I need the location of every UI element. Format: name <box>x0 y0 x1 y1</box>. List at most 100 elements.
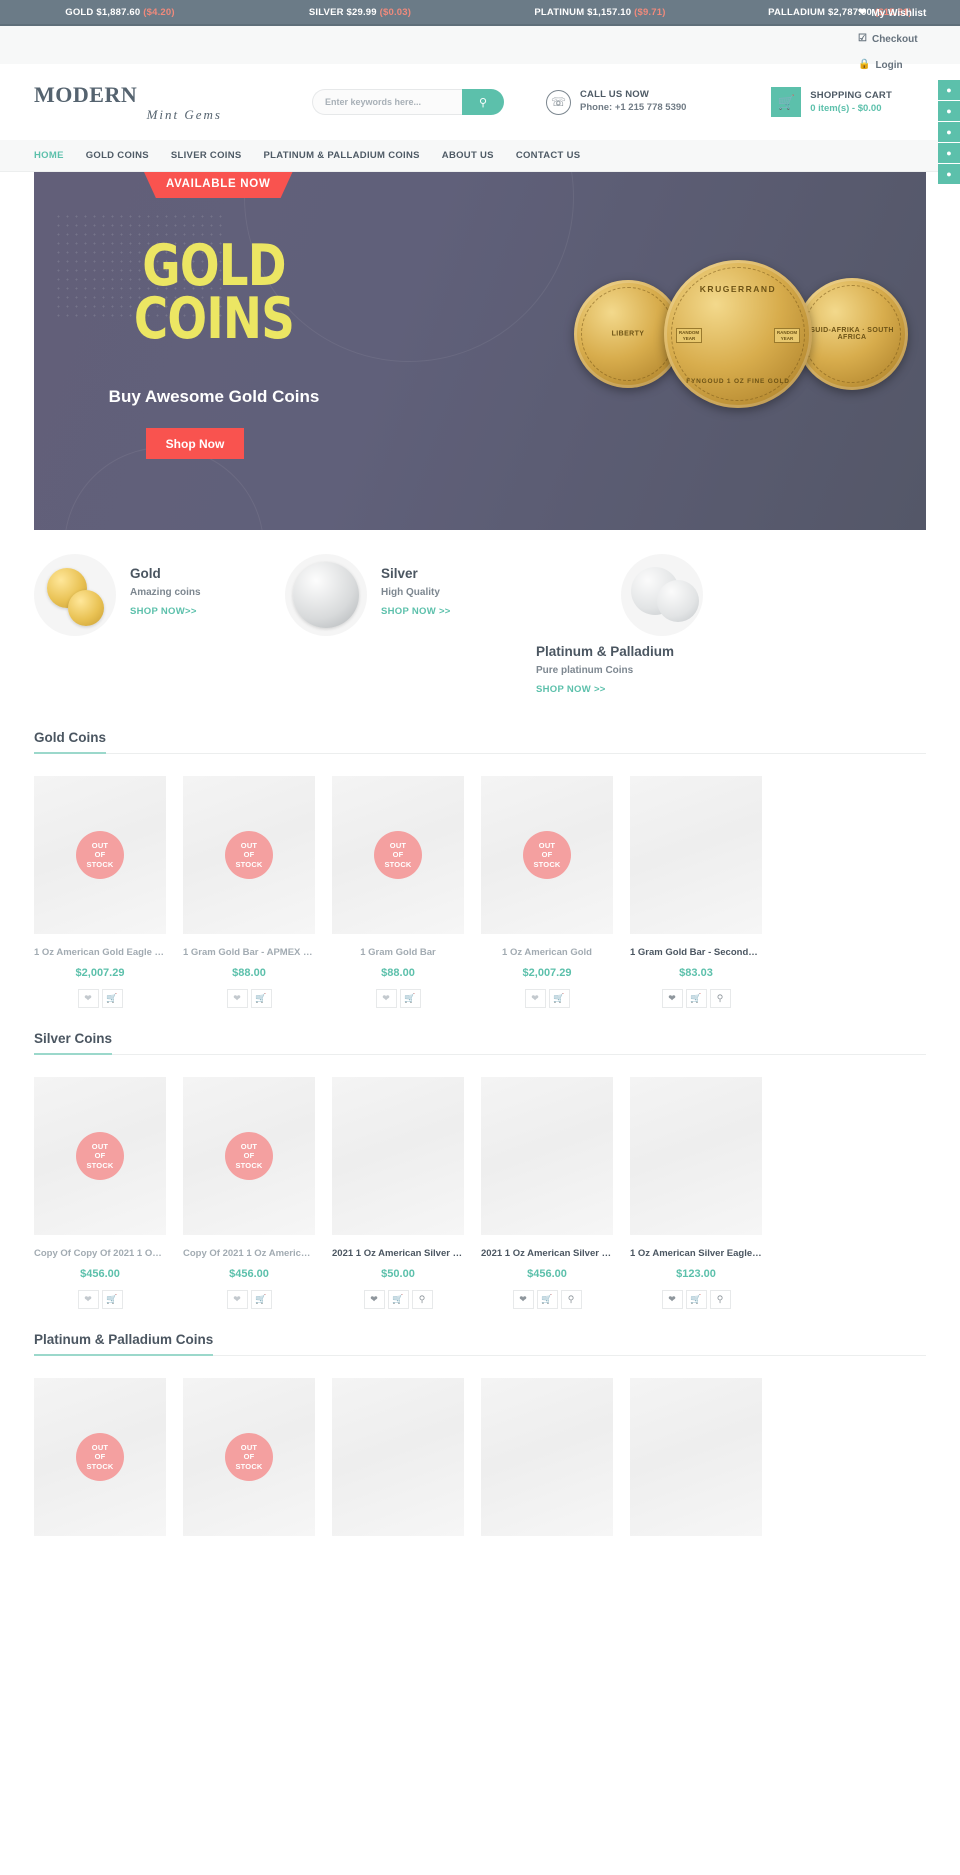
shop-now-button[interactable]: Shop Now <box>146 428 244 459</box>
add-to-wishlist-button[interactable]: ❤ <box>77 1290 99 1309</box>
google-icon[interactable]: ● <box>938 122 960 143</box>
add-to-cart-button[interactable]: 🛒 <box>250 1290 272 1309</box>
product-title[interactable]: 1 Gram Gold Bar - APMEX (T... <box>183 947 315 958</box>
product-title[interactable]: Copy Of 2021 1 Oz American... <box>183 1248 315 1259</box>
nav-item-sliver-coins[interactable]: SLIVER COINS <box>171 150 242 161</box>
product-actions: ❤ 🛒 <box>183 989 315 1008</box>
shopping-cart-button[interactable]: 🛒 SHOPPING CART 0 item(s) - $0.00 <box>771 87 892 117</box>
product-title[interactable]: 1 Oz American Gold <box>481 947 613 958</box>
search-box[interactable]: ⚲ <box>312 89 504 115</box>
product-card[interactable]: 1 Oz American Silver Eagle ... $123.00 ❤ 🛒 ⚲ <box>630 1077 762 1309</box>
add-to-cart-button[interactable]: 🛒 <box>685 989 707 1008</box>
quick-view-button[interactable]: ⚲ <box>709 1290 731 1309</box>
product-image[interactable]: OUT OF STOCK <box>183 1378 315 1536</box>
add-to-wishlist-button[interactable]: ❤ <box>77 989 99 1008</box>
search-button[interactable]: ⚲ <box>462 89 504 115</box>
add-to-cart-button[interactable]: 🛒 <box>101 989 123 1008</box>
basket-icon: 🛒 <box>392 1294 404 1304</box>
category-card-gold[interactable]: Gold Amazing coins SHOP NOW>> <box>34 554 285 697</box>
product-card[interactable]: OUT OF STOCK 1 Oz American Gold $2,007.29 ❤ 🛒 <box>481 776 613 1008</box>
product-title[interactable]: 2021 1 Oz American Silver E... <box>481 1248 613 1259</box>
category-shop-now-link[interactable]: SHOP NOW>> <box>130 606 197 617</box>
product-card[interactable] <box>332 1378 464 1536</box>
product-image[interactable]: OUT OF STOCK <box>34 1077 166 1235</box>
quick-view-button[interactable]: ⚲ <box>411 1290 433 1309</box>
product-card[interactable]: OUT OF STOCK <box>183 1378 315 1536</box>
product-price: $2,007.29 <box>522 967 572 979</box>
add-to-cart-button[interactable]: 🛒 <box>101 1290 123 1309</box>
add-to-cart-button[interactable]: 🛒 <box>685 1290 707 1309</box>
product-title[interactable]: 1 Gram Gold Bar - Secondar... <box>630 947 762 958</box>
nav-item-gold-coins[interactable]: GOLD COINS <box>86 150 149 161</box>
add-to-cart-button[interactable]: 🛒 <box>548 989 570 1008</box>
product-card[interactable]: 1 Gram Gold Bar - Secondar... $83.03 ❤ 🛒 ⚲ <box>630 776 762 1008</box>
product-card[interactable]: 2021 1 Oz American Silver E... $456.00 ❤ 🛒 ⚲ <box>481 1077 613 1309</box>
product-image[interactable] <box>481 1378 613 1536</box>
product-image[interactable] <box>332 1378 464 1536</box>
facebook-icon[interactable]: ● <box>938 80 960 101</box>
quick-view-button[interactable]: ⚲ <box>709 989 731 1008</box>
site-logo[interactable]: MODERN Mint Gems <box>34 83 234 121</box>
twitter-icon[interactable]: ● <box>938 101 960 122</box>
product-title[interactable]: 1 Oz American Silver Eagle ... <box>630 1248 762 1259</box>
category-shop-now-link[interactable]: SHOP NOW >> <box>381 606 451 617</box>
product-card[interactable] <box>481 1378 613 1536</box>
product-image[interactable]: OUT OF STOCK <box>34 776 166 934</box>
search-icon: ⚲ <box>567 1294 575 1304</box>
product-image[interactable]: OUT OF STOCK <box>481 776 613 934</box>
product-title[interactable]: Copy Of Copy Of 2021 1 Oz A... <box>34 1248 166 1259</box>
social-rail[interactable]: ● ● ● ● ● <box>938 80 960 185</box>
quick-view-button[interactable]: ⚲ <box>560 1290 582 1309</box>
utility-link-login[interactable]: 🔒 Login <box>858 52 960 78</box>
add-to-wishlist-button[interactable]: ❤ <box>226 989 248 1008</box>
category-card-platinum-palladium[interactable]: Platinum & Palladium Pure platinum Coins S… <box>536 554 787 697</box>
product-title[interactable]: 2021 1 Oz American Silver E... <box>332 1248 464 1259</box>
pinterest-icon[interactable]: ● <box>938 143 960 164</box>
utility-link-checkout[interactable]: ☑ Checkout <box>858 26 960 52</box>
utility-links: ❤ My Wishlist ☑ Checkout 🔒 Login <box>858 0 960 78</box>
product-card[interactable]: OUT OF STOCK 1 Gram Gold Bar - APMEX (T... $… <box>183 776 315 1008</box>
product-image[interactable] <box>630 1378 762 1536</box>
product-card[interactable]: 2021 1 Oz American Silver E... $50.00 ❤ 🛒 ⚲ <box>332 1077 464 1309</box>
nav-item-contact-us[interactable]: CONTACT US <box>516 150 581 161</box>
add-to-wishlist-button[interactable]: ❤ <box>661 989 683 1008</box>
product-image[interactable] <box>332 1077 464 1235</box>
product-card[interactable]: OUT OF STOCK Copy Of 2021 1 Oz American... $… <box>183 1077 315 1309</box>
product-image[interactable] <box>481 1077 613 1235</box>
basket-icon: 🛒 <box>541 1294 553 1304</box>
add-to-wishlist-button[interactable]: ❤ <box>661 1290 683 1309</box>
product-image[interactable]: OUT OF STOCK <box>183 776 315 934</box>
search-input[interactable] <box>312 89 462 115</box>
product-card[interactable]: OUT OF STOCK 1 Oz American Gold Eagle B... $… <box>34 776 166 1008</box>
add-to-cart-button[interactable]: 🛒 <box>536 1290 558 1309</box>
product-image[interactable]: OUT OF STOCK <box>183 1077 315 1235</box>
product-image[interactable] <box>630 1077 762 1235</box>
add-to-wishlist-button[interactable]: ❤ <box>524 989 546 1008</box>
add-to-wishlist-button[interactable]: ❤ <box>512 1290 534 1309</box>
hero-ring-decoration <box>64 447 264 530</box>
nav-item-about-us[interactable]: ABOUT US <box>442 150 494 161</box>
coin-center-top-label: KRUGERRAND <box>699 283 777 294</box>
product-card[interactable]: OUT OF STOCK Copy Of Copy Of 2021 1 Oz A...… <box>34 1077 166 1309</box>
add-to-cart-button[interactable]: 🛒 <box>250 989 272 1008</box>
product-card[interactable]: OUT OF STOCK <box>34 1378 166 1536</box>
add-to-wishlist-button[interactable]: ❤ <box>375 989 397 1008</box>
add-to-wishlist-button[interactable]: ❤ <box>226 1290 248 1309</box>
add-to-cart-button[interactable]: 🛒 <box>387 1290 409 1309</box>
product-card[interactable] <box>630 1378 762 1536</box>
instagram-icon[interactable]: ● <box>938 164 960 185</box>
add-to-wishlist-button[interactable]: ❤ <box>363 1290 385 1309</box>
nav-item-platinum-palladium-coins[interactable]: PLATINUM & PALLADIUM COINS <box>264 150 420 161</box>
product-title[interactable]: 1 Oz American Gold Eagle B... <box>34 947 166 958</box>
product-image[interactable]: OUT OF STOCK <box>332 776 464 934</box>
product-card[interactable]: OUT OF STOCK 1 Gram Gold Bar $88.00 ❤ 🛒 <box>332 776 464 1008</box>
utility-link-my-wishlist[interactable]: ❤ My Wishlist <box>858 0 960 26</box>
product-image[interactable] <box>630 776 762 934</box>
hero-banner[interactable]: AVAILABLE NOW GOLD COINS Buy Awesome Gol… <box>34 172 926 530</box>
nav-item-home[interactable]: HOME <box>34 150 64 161</box>
product-title[interactable]: 1 Gram Gold Bar <box>332 947 464 958</box>
add-to-cart-button[interactable]: 🛒 <box>399 989 421 1008</box>
category-card-silver[interactable]: Silver High Quality SHOP NOW >> <box>285 554 536 697</box>
category-shop-now-link[interactable]: SHOP NOW >> <box>536 684 606 695</box>
product-image[interactable]: OUT OF STOCK <box>34 1378 166 1536</box>
